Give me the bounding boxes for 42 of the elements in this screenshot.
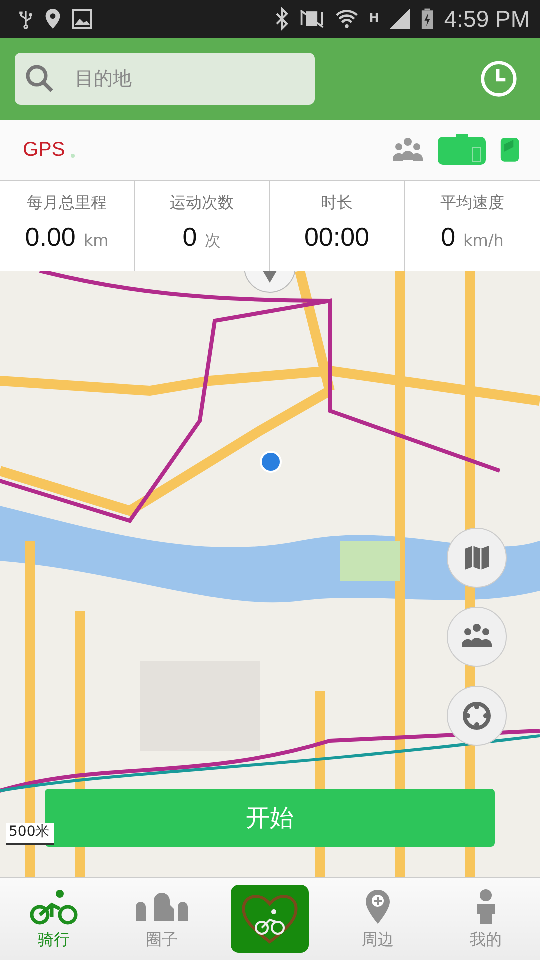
gps-signal-dot bbox=[71, 154, 76, 158]
stat-unit: 次 bbox=[205, 231, 222, 252]
clock-icon bbox=[480, 60, 518, 98]
person-icon bbox=[476, 888, 496, 926]
history-button[interactable] bbox=[480, 60, 518, 98]
network-type-label: H bbox=[369, 10, 380, 24]
stat-label: 每月总里程 bbox=[27, 193, 107, 214]
usb-icon bbox=[18, 8, 34, 30]
stat-value: 0.00 bbox=[25, 222, 76, 253]
location-pin-icon bbox=[44, 7, 62, 31]
image-icon bbox=[72, 9, 92, 29]
signal-icon bbox=[389, 8, 412, 30]
search-icon bbox=[25, 64, 55, 94]
bicycle-icon bbox=[30, 888, 78, 926]
ride-center-button[interactable] bbox=[231, 885, 309, 953]
stat-label: 平均速度 bbox=[440, 193, 504, 214]
phone-icon bbox=[500, 137, 520, 163]
vibrate-mute-icon bbox=[299, 8, 326, 30]
group-icon bbox=[392, 137, 424, 163]
stat-unit: km/h bbox=[464, 231, 504, 250]
location-plus-icon bbox=[364, 888, 392, 926]
nav-tab[interactable]: 周边 bbox=[362, 888, 394, 950]
heart-bicycle-icon bbox=[240, 892, 300, 946]
stat-value: 0 bbox=[441, 222, 456, 253]
battery-charging-icon bbox=[421, 7, 434, 31]
nav-tab[interactable]: 骑行 bbox=[30, 888, 78, 950]
bluetooth-icon bbox=[275, 7, 290, 31]
gps-label: GPS bbox=[23, 138, 66, 162]
map-icon bbox=[462, 543, 492, 573]
search-field[interactable]: 目的地 bbox=[15, 53, 315, 105]
stat-unit: km bbox=[84, 231, 109, 250]
stat-label: 时长 bbox=[321, 193, 353, 214]
stat-value: 0 bbox=[182, 222, 198, 253]
wifi-icon bbox=[335, 7, 360, 31]
target-icon bbox=[462, 701, 492, 731]
clock-time: 4:59 PM bbox=[444, 6, 530, 32]
nav-tab[interactable]: 我的 bbox=[470, 888, 502, 950]
stat-value: 00:00 bbox=[304, 222, 370, 253]
map-scale: 500米 bbox=[6, 823, 54, 845]
stat-label: 运动次数 bbox=[170, 193, 234, 214]
device-icon bbox=[438, 134, 486, 166]
nav-tab[interactable]: 圈子 bbox=[134, 888, 190, 950]
